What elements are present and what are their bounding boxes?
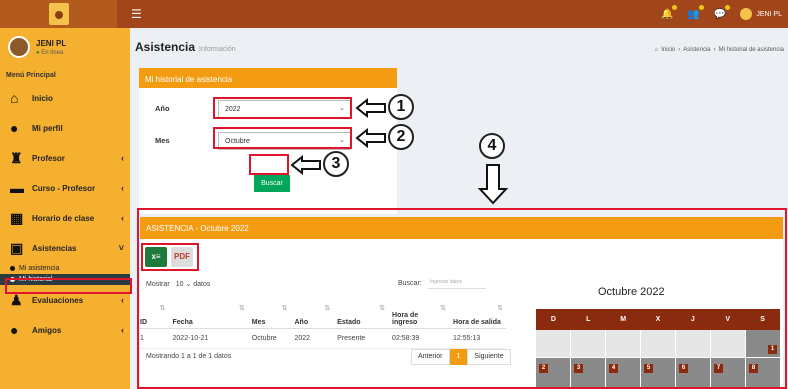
breadcrumb-item[interactable]: Inicio xyxy=(661,47,675,53)
chevron-left-icon: ‹ xyxy=(121,153,124,163)
hamburger-icon[interactable]: ☰ xyxy=(131,7,142,21)
chevron-left-icon: ‹ xyxy=(121,213,124,223)
bullet-icon xyxy=(10,266,15,271)
status-badge: ● En línea xyxy=(36,49,64,56)
table-icon: ▦ xyxy=(10,209,24,226)
avatar xyxy=(8,36,30,58)
annotation-arrow-2 xyxy=(355,128,386,148)
sidebar-item-profesor[interactable]: ♜ Profesor ‹ xyxy=(0,143,130,173)
sidebar: JENI PL ● En línea Menú Principal ⌂ Inici… xyxy=(0,28,130,389)
annotation-arrow-4 xyxy=(478,164,508,205)
annotation-box-month xyxy=(213,127,352,149)
page-subtitle: Información xyxy=(199,46,236,53)
user-panel: JENI PL ● En línea xyxy=(0,28,130,66)
annotation-number-3: 3 xyxy=(323,151,349,177)
logo-icon xyxy=(48,3,69,25)
top-navbar: ☰ 🔔 👥 💬 JENI PL xyxy=(0,0,788,28)
annotation-number-1: 1 xyxy=(388,94,414,120)
avatar xyxy=(740,8,753,20)
sidebar-item-curso-profesor[interactable]: ▬ Curso - Profesor ‹ xyxy=(0,173,130,203)
annotation-arrow-3 xyxy=(290,155,321,175)
sidebar-item-amigos[interactable]: ● Amigos ‹ xyxy=(0,315,130,345)
sidebar-item-asistencias[interactable]: ▣ Asistencias ˅ xyxy=(0,233,130,263)
sidebar-subitem-mi-asistencia[interactable]: Mi asistencia xyxy=(0,263,130,274)
calendar-check-icon: ▣ xyxy=(10,239,24,256)
top-user-name: JENI PL xyxy=(756,10,782,18)
logo[interactable] xyxy=(0,0,117,28)
breadcrumb-separator-icon: › xyxy=(713,47,716,53)
breadcrumb-item: Mi historial de asistencia xyxy=(718,47,784,53)
bell-icon[interactable]: 🔔 xyxy=(661,4,678,20)
annotation-box-sidebar xyxy=(5,278,132,294)
chat-icon[interactable]: 💬 xyxy=(714,4,731,20)
sidebar-user-name: JENI PL xyxy=(36,38,67,48)
user-plus-icon[interactable]: 👥 xyxy=(687,4,704,20)
home-icon: ⌂ xyxy=(10,90,19,106)
teacher-icon: ♜ xyxy=(10,149,23,166)
home-icon: ⌂ xyxy=(654,47,659,53)
breadcrumb: ⌂ Inicio › Asistencia › Mi historial de … xyxy=(655,47,784,53)
breadcrumb-separator-icon: › xyxy=(678,47,681,53)
chevron-left-icon: ‹ xyxy=(121,325,124,335)
sidebar-item-inicio[interactable]: ⌂ Inicio xyxy=(0,83,130,113)
user-menu[interactable]: JENI PL xyxy=(740,8,782,20)
chevron-left-icon: ‹ xyxy=(121,183,124,193)
year-label: Año xyxy=(155,104,170,113)
annotation-arrow-1 xyxy=(355,98,386,118)
form-heading: Mi historial de asistencia xyxy=(139,70,397,88)
page-title: Asistencia xyxy=(135,40,196,54)
annotation-box-year xyxy=(213,97,352,119)
breadcrumb-item[interactable]: Asistencia xyxy=(683,47,710,53)
month-label: Mes xyxy=(155,136,170,145)
annotation-number-2: 2 xyxy=(388,124,414,150)
search-button[interactable]: Buscar xyxy=(254,175,290,192)
user-icon: ● xyxy=(10,120,19,136)
users-icon: ♟ xyxy=(10,291,23,308)
chevron-down-icon: ˅ xyxy=(118,243,124,253)
sidebar-item-horario[interactable]: ▦ Horario de clase ‹ xyxy=(0,203,130,233)
chevron-left-icon: ‹ xyxy=(121,295,124,305)
user-check-icon: ● xyxy=(10,322,19,338)
laptop-icon: ▬ xyxy=(10,180,24,196)
annotation-number-4: 4 xyxy=(479,133,505,159)
sidebar-item-mi-perfil[interactable]: ● Mi perfil xyxy=(0,113,130,143)
annotation-box-search xyxy=(249,154,289,175)
annotation-box-attendance xyxy=(137,208,787,389)
menu-header: Menú Principal xyxy=(6,72,56,79)
